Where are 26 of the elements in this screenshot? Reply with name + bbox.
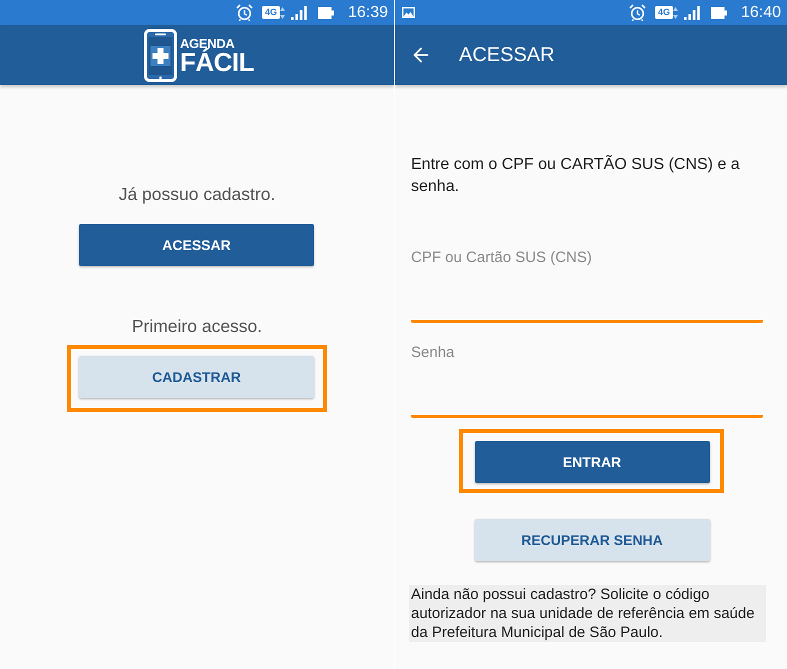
access-button[interactable]: ACESSAR <box>79 224 314 266</box>
data-activity-icon <box>280 6 285 18</box>
phone-plus-icon <box>144 28 177 82</box>
info-notice: Ainda não possui cadastro? Solicite o código autorizador na sua unidade de referência em saúde da Prefeitura Municipal de São Paulo. <box>409 585 766 642</box>
input-field[interactable]: Senha <box>411 343 763 418</box>
battery-icon <box>710 6 727 18</box>
input-field[interactable]: CPF ou Cartão SUS (CNS) <box>411 248 763 323</box>
battery-icon <box>318 6 334 18</box>
register-button[interactable]: CADASTRAR <box>79 356 314 398</box>
alarm-clock-icon <box>628 4 646 21</box>
section-label: Primeiro acesso. <box>132 316 262 336</box>
network-type-badge: 4G <box>654 6 673 19</box>
logo-large-text: FÁCIL <box>180 50 254 74</box>
alarm-clock-icon <box>236 4 253 21</box>
instruction-text: Entre com o CPF ou CARTÃO SUS (CNS) e a senha. <box>411 154 741 197</box>
data-activity-icon <box>672 6 678 18</box>
enter-button[interactable]: ENTRAR <box>474 441 710 483</box>
clock-time: 16:39 <box>348 4 388 22</box>
screen-title: ACESSAR <box>459 43 555 67</box>
clock-time: 16:40 <box>740 4 781 22</box>
signal-icon <box>290 6 307 20</box>
logo-small-text: AGENDA <box>180 36 235 50</box>
section-label: Já possuo cadastro. <box>118 184 276 204</box>
network-type-badge: 4G <box>262 6 280 19</box>
signal-icon <box>684 6 700 20</box>
recover-password-button[interactable]: RECUPERAR SENHA <box>474 519 710 561</box>
